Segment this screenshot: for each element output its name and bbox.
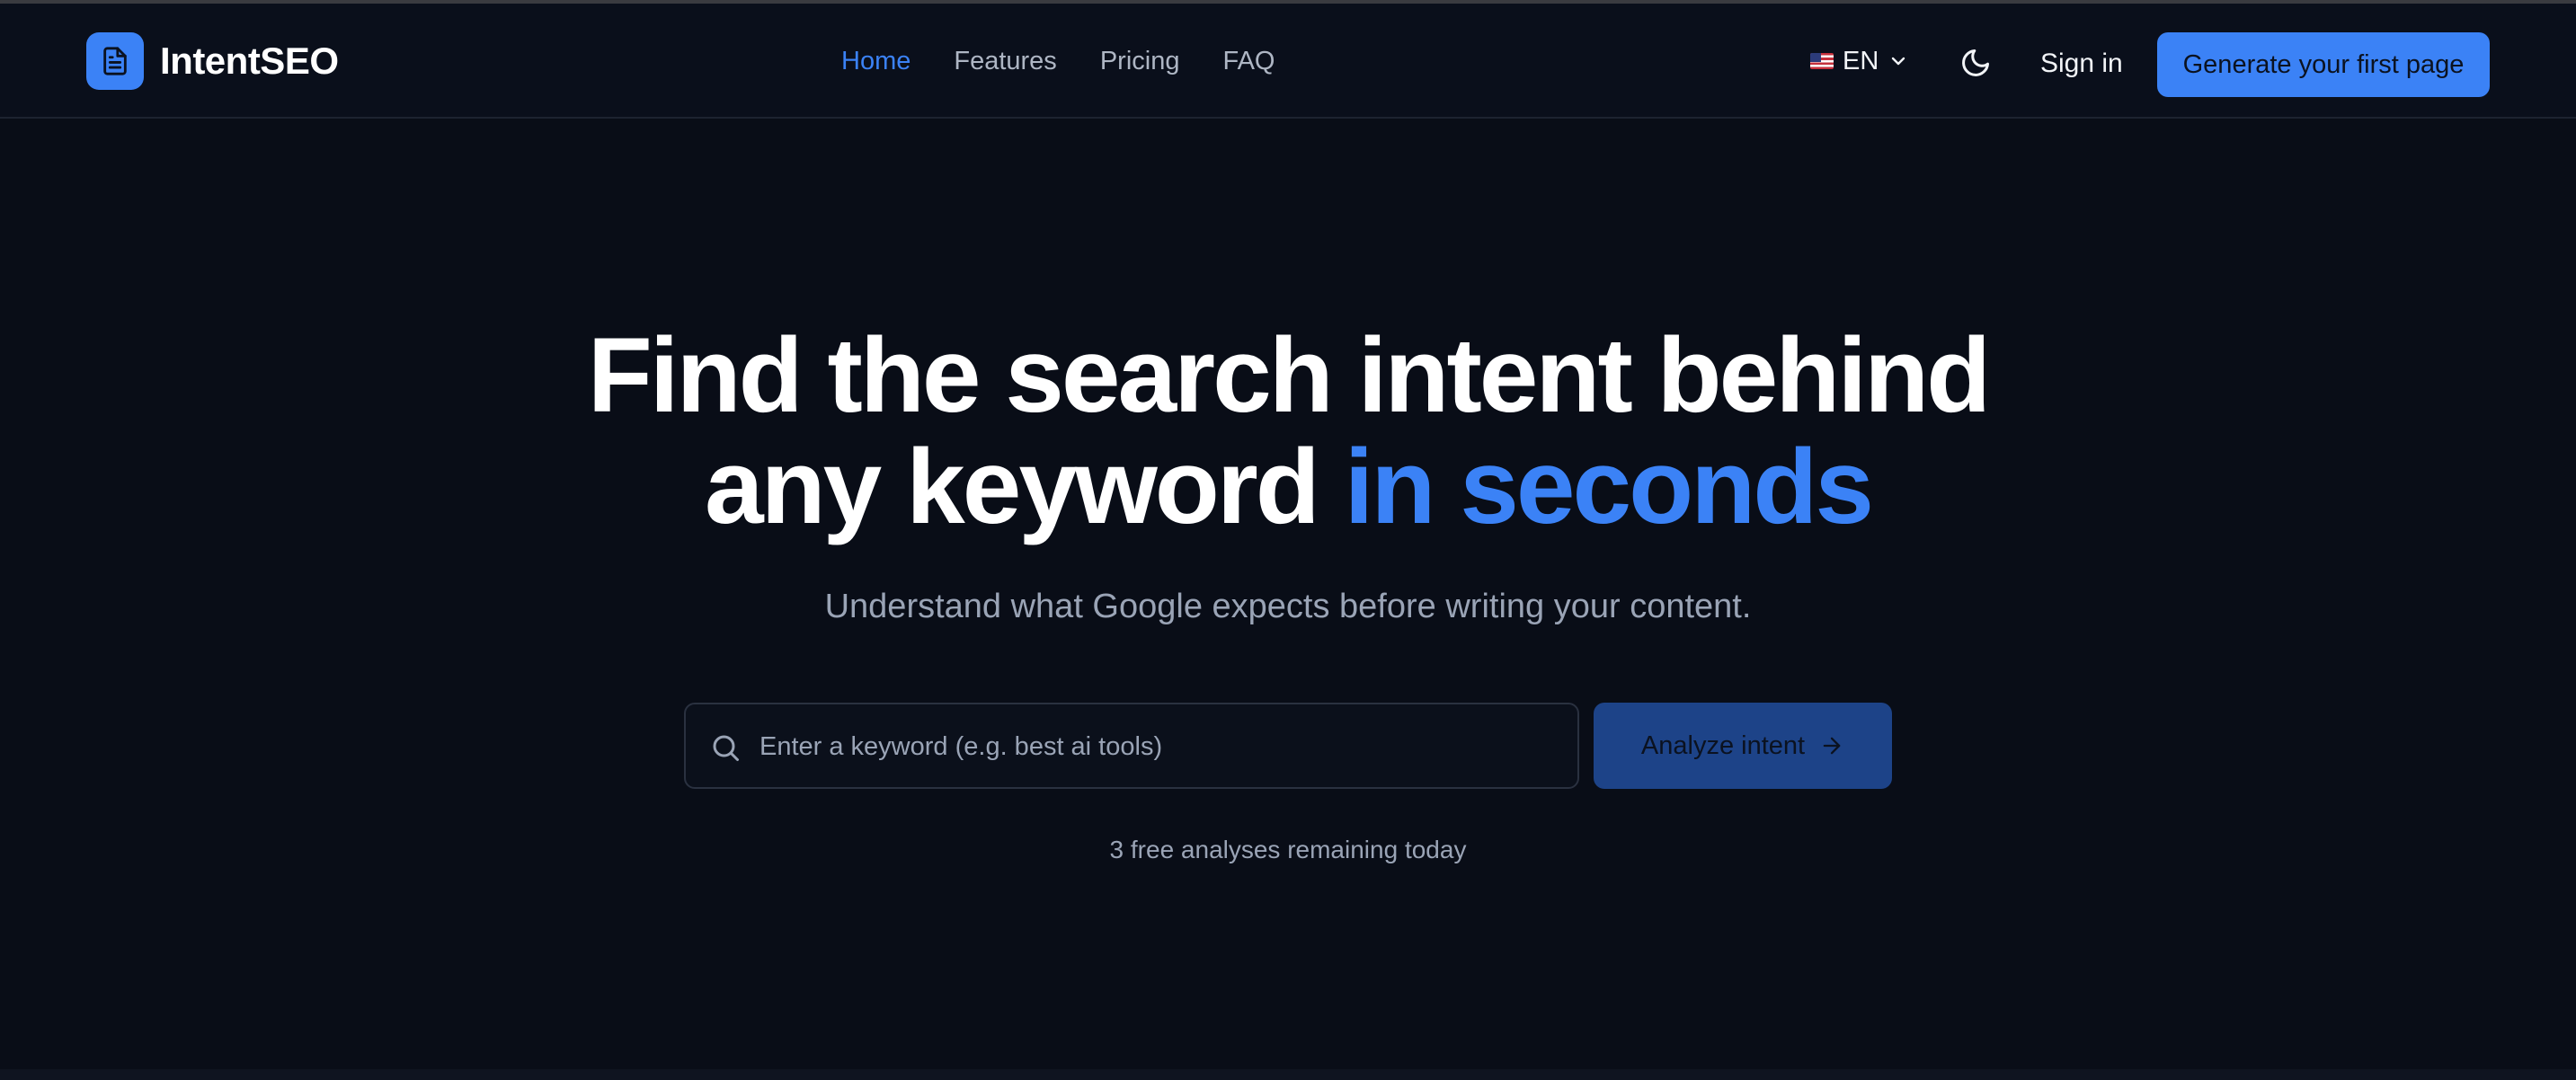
analyze-intent-label: Analyze intent [1640, 730, 1806, 760]
language-code: EN [1843, 47, 1879, 75]
sign-in-link[interactable]: Sign in [2040, 47, 2123, 81]
document-icon [103, 47, 127, 75]
keyword-search-box[interactable] [684, 703, 1579, 789]
nav-link-faq[interactable]: FAQ [1222, 45, 1275, 77]
nav-link-home[interactable]: Home [841, 45, 910, 77]
free-analyses-remaining: 3 free analyses remaining today [1109, 836, 1467, 863]
hero-title: Find the search intent behind any keywor… [0, 320, 2576, 543]
chevron-down-icon [1892, 57, 1905, 66]
logo-badge[interactable] [86, 32, 144, 90]
main-nav: Home Features Pricing FAQ [841, 45, 1275, 77]
brand-name[interactable]: IntentSEO [160, 38, 339, 84]
nav-link-pricing[interactable]: Pricing [1100, 45, 1180, 77]
hero-title-line2: any keyword [704, 428, 1320, 546]
arrow-right-icon [1823, 737, 1841, 755]
page-bottom-edge [0, 1069, 2576, 1080]
top-navbar: IntentSEO Home Features Pricing FAQ EN S… [0, 4, 2576, 119]
nav-link-features[interactable]: Features [954, 45, 1056, 77]
us-flag-icon [1810, 53, 1834, 69]
moon-icon[interactable] [1959, 47, 1992, 79]
analyze-intent-button[interactable]: Analyze intent [1594, 703, 1892, 789]
generate-first-page-button[interactable]: Generate your first page [2157, 32, 2490, 97]
keyword-input[interactable] [758, 704, 1561, 789]
search-icon [713, 735, 739, 761]
hero-subtitle: Understand what Google expects before wr… [824, 588, 1752, 625]
hero-title-accent: in seconds [1344, 428, 1874, 546]
language-selector[interactable]: EN [1810, 43, 1909, 79]
hero-title-line1: Find the search intent behind [587, 316, 1992, 435]
